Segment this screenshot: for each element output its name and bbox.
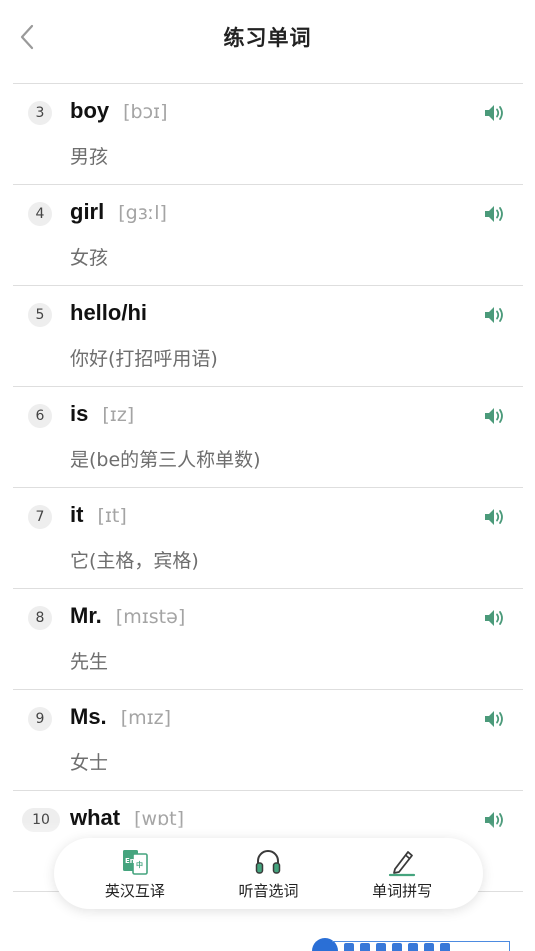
word-row[interactable]: 6 is [ɪz] 是(be的第三人称单数) <box>13 387 523 488</box>
word-meaning: 先生 <box>70 651 109 673</box>
word-row[interactable]: 5 hello/hi 你好(打招呼用语) <box>13 286 523 387</box>
word-index-badge: 9 <box>28 707 52 731</box>
ime-tool-icon[interactable] <box>408 943 418 951</box>
ime-tool-icon[interactable] <box>344 943 354 951</box>
word-line: it [ɪt] <box>70 502 127 528</box>
spell-mode-button[interactable]: 单词拼写 <box>347 847 457 901</box>
word-text: boy <box>70 98 110 123</box>
speaker-icon[interactable] <box>483 303 507 327</box>
speaker-icon[interactable] <box>483 808 507 832</box>
word-meaning: 男孩 <box>70 146 109 168</box>
word-index-badge: 5 <box>28 303 52 327</box>
word-line: girl [gɜːl] <box>70 199 167 225</box>
word-index-badge: 8 <box>28 606 52 630</box>
word-text: Ms. <box>70 704 107 729</box>
input-method-strip <box>332 941 510 951</box>
input-method-toolbar <box>312 938 510 951</box>
listen-mode-label: 听音选词 <box>238 881 299 900</box>
word-text: hello/hi <box>70 300 147 325</box>
word-index-badge: 4 <box>28 202 52 226</box>
word-phonetic: [ɪz] <box>102 404 135 426</box>
word-row[interactable]: 8 Mr. [mɪstə] 先生 <box>13 589 523 690</box>
speaker-icon[interactable] <box>483 202 507 226</box>
word-text: it <box>70 502 84 527</box>
word-meaning: 是(be的第三人称单数) <box>70 449 261 471</box>
word-row[interactable]: 7 it [ɪt] 它(主格，宾格) <box>13 488 523 589</box>
spell-mode-label: 单词拼写 <box>372 881 433 900</box>
listen-mode-button[interactable]: 听音选词 <box>213 847 323 901</box>
speaker-icon[interactable] <box>483 707 507 731</box>
ime-tool-icon[interactable] <box>440 943 450 951</box>
word-line: hello/hi <box>70 300 147 326</box>
speaker-icon[interactable] <box>483 404 507 428</box>
word-line: what [wɒt] <box>70 805 184 831</box>
ime-tool-icon[interactable] <box>424 943 434 951</box>
word-meaning: 它(主格，宾格) <box>70 550 199 572</box>
page-title: 练习单词 <box>223 26 312 50</box>
word-index-badge: 7 <box>28 505 52 529</box>
word-phonetic: [mɪz] <box>120 707 172 729</box>
word-index-badge: 6 <box>28 404 52 428</box>
speaker-icon[interactable] <box>483 101 507 125</box>
word-row[interactable]: 3 boy [bɔɪ] 男孩 <box>13 84 523 185</box>
word-line: Ms. [mɪz] <box>70 704 171 730</box>
word-text: what <box>70 805 121 830</box>
word-line: Mr. [mɪstə] <box>70 603 185 629</box>
translate-mode-label: 英汉互译 <box>104 881 165 900</box>
word-text: girl <box>70 199 105 224</box>
word-index-badge: 10 <box>22 808 60 832</box>
svg-text:中: 中 <box>136 860 143 869</box>
word-text: is <box>70 401 89 426</box>
speaker-icon[interactable] <box>483 505 507 529</box>
word-phonetic: [mɪstə] <box>115 606 186 628</box>
word-list: 3 boy [bɔɪ] 男孩 4 girl [gɜːl] 女孩 5 hello/hi 你好(打招呼用… <box>13 83 523 892</box>
word-row[interactable]: 4 girl [gɜːl] 女孩 <box>13 185 523 286</box>
practice-toolbar: En 中 英汉互译 听音选词 单词拼写 <box>54 838 483 909</box>
word-phonetic: [bɔɪ] <box>123 101 168 123</box>
en-zh-book-icon: En 中 <box>120 847 150 877</box>
word-meaning: 女士 <box>70 752 109 774</box>
translate-mode-button[interactable]: En 中 英汉互译 <box>80 847 190 901</box>
word-row[interactable]: 9 Ms. [mɪz] 女士 <box>13 690 523 791</box>
ime-tool-icon[interactable] <box>392 943 402 951</box>
word-phonetic: [gɜːl] <box>118 202 167 224</box>
word-line: is [ɪz] <box>70 401 134 427</box>
headphones-icon <box>253 847 283 877</box>
speaker-icon[interactable] <box>483 606 507 630</box>
word-phonetic: [ɪt] <box>97 505 127 527</box>
svg-text:En: En <box>125 857 135 865</box>
word-index-badge: 3 <box>28 101 52 125</box>
word-phonetic: [wɒt] <box>134 808 184 830</box>
word-line: boy [bɔɪ] <box>70 98 168 124</box>
ime-tool-icon[interactable] <box>376 943 386 951</box>
word-text: Mr. <box>70 603 102 628</box>
pencil-icon <box>387 847 417 877</box>
header: 练习单词 <box>0 0 535 76</box>
word-meaning: 女孩 <box>70 247 109 269</box>
word-meaning: 你好(打招呼用语) <box>70 348 218 370</box>
ime-tool-icon[interactable] <box>360 943 370 951</box>
